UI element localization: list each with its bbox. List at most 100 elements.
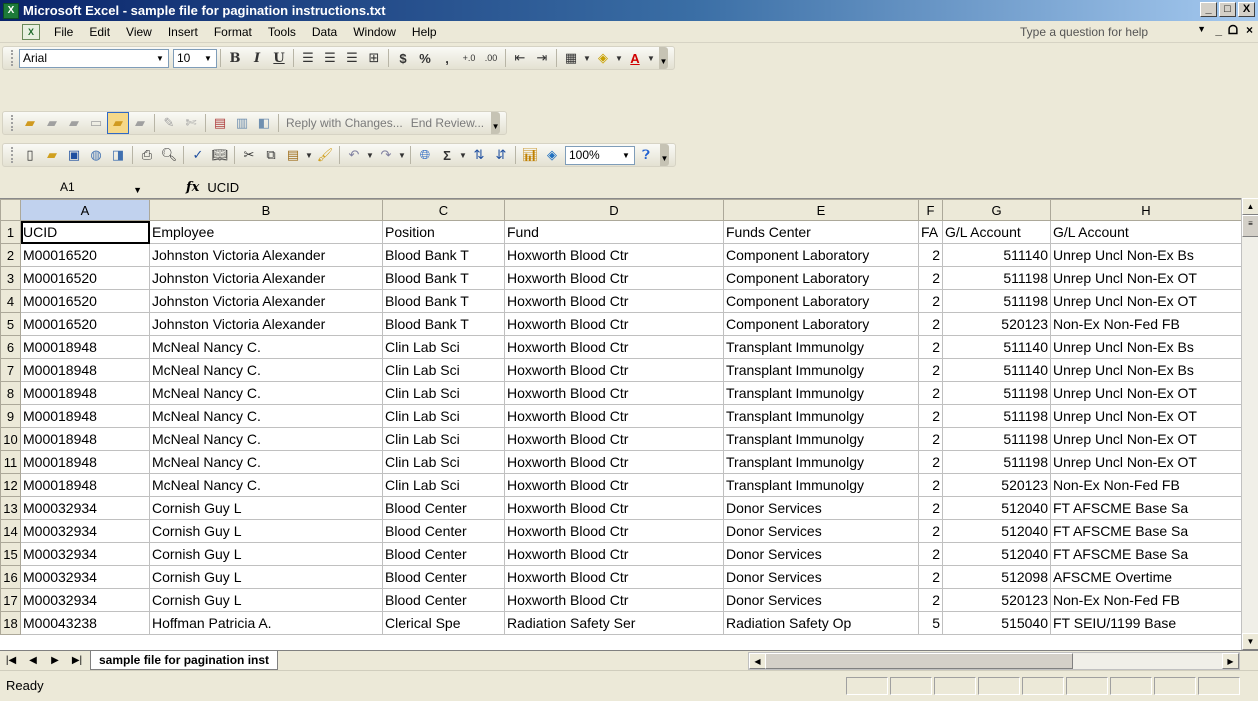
fill-color-dropdown-icon[interactable]: ▼ xyxy=(614,47,624,69)
undo-dropdown-icon[interactable]: ▼ xyxy=(365,144,375,166)
print-preview-icon[interactable]: 🔍︎ xyxy=(158,144,180,166)
cell-b[interactable]: McNeal Nancy C. xyxy=(149,404,383,428)
show-comment-icon[interactable]: ▭ xyxy=(85,112,107,134)
cell-a[interactable]: M00032934 xyxy=(20,565,150,589)
menu-tools[interactable]: Tools xyxy=(260,22,304,42)
last-sheet-icon[interactable]: ▶| xyxy=(66,655,88,666)
previous-sheet-icon[interactable]: ◀ xyxy=(22,655,44,666)
cell-f[interactable]: 2 xyxy=(918,427,943,451)
font-size-combo[interactable]: 10 ▼ xyxy=(173,48,217,68)
cell-f[interactable]: 2 xyxy=(918,404,943,428)
cell-a[interactable]: M00018948 xyxy=(20,473,150,497)
cell-e[interactable]: Donor Services xyxy=(723,565,919,589)
maximize-button[interactable]: □ xyxy=(1219,2,1236,17)
increase-indent-icon[interactable]: ⇥ xyxy=(531,47,553,69)
cell-f[interactable]: 2 xyxy=(918,588,943,612)
italic-button[interactable]: I xyxy=(246,47,268,69)
cell-c[interactable]: Blood Bank T xyxy=(382,312,505,336)
cell-c[interactable]: Clin Lab Sci xyxy=(382,335,505,359)
row-header[interactable]: 18 xyxy=(0,611,21,635)
cell-a[interactable]: M00018948 xyxy=(20,381,150,405)
column-header-e[interactable]: E xyxy=(723,199,919,221)
row-header[interactable]: 6 xyxy=(0,335,21,359)
menu-window[interactable]: Window xyxy=(345,22,404,42)
cell-c[interactable]: Blood Center xyxy=(382,496,505,520)
cell-f[interactable]: 2 xyxy=(918,381,943,405)
currency-button[interactable]: $ xyxy=(392,47,414,69)
cell-f[interactable]: FA xyxy=(918,220,943,244)
row-header[interactable]: 12 xyxy=(0,473,21,497)
cell-g[interactable]: 520123 xyxy=(942,312,1051,336)
sort-ascending-icon[interactable]: ⇅ xyxy=(468,144,490,166)
cell-g[interactable]: 512098 xyxy=(942,565,1051,589)
cell-c[interactable]: Blood Bank T xyxy=(382,243,505,267)
cell-e[interactable]: Donor Services xyxy=(723,496,919,520)
underline-button[interactable]: U xyxy=(268,47,290,69)
cell-h[interactable]: Unrep Uncl Non-Ex Bs xyxy=(1050,335,1242,359)
cell-e[interactable]: Radiation Safety Op xyxy=(723,611,919,635)
cell-b[interactable]: Johnston Victoria Alexander xyxy=(149,312,383,336)
cell-h[interactable]: Unrep Uncl Non-Ex OT xyxy=(1050,266,1242,290)
cell-a[interactable]: M00032934 xyxy=(20,519,150,543)
cell-f[interactable]: 2 xyxy=(918,565,943,589)
row-header[interactable]: 11 xyxy=(0,450,21,474)
cell-c[interactable]: Clin Lab Sci xyxy=(382,450,505,474)
cell-e[interactable]: Component Laboratory xyxy=(723,312,919,336)
sheet-tab-active[interactable]: sample file for pagination inst xyxy=(90,651,279,670)
column-header-d[interactable]: D xyxy=(504,199,724,221)
cell-c[interactable]: Clin Lab Sci xyxy=(382,381,505,405)
align-left-icon[interactable]: ☰ xyxy=(297,47,319,69)
cell-h[interactable]: Non-Ex Non-Fed FB xyxy=(1050,588,1242,612)
end-review-button[interactable]: End Review... xyxy=(407,116,488,130)
doc-minimize-button[interactable]: _ xyxy=(1215,23,1222,37)
cell-f[interactable]: 2 xyxy=(918,243,943,267)
increase-decimal-button[interactable]: +.0 xyxy=(458,47,480,69)
excel-app-icon[interactable]: X xyxy=(3,2,19,19)
show-all-comments-icon[interactable]: ▰ xyxy=(107,112,129,134)
borders-icon[interactable]: ▦ xyxy=(560,47,582,69)
cut-icon[interactable]: ✂ xyxy=(238,144,260,166)
row-header[interactable]: 7 xyxy=(0,358,21,382)
toolbar-options-icon[interactable]: ▼ xyxy=(491,112,501,134)
cell-a[interactable]: M00018948 xyxy=(20,358,150,382)
cell-b[interactable]: Cornish Guy L xyxy=(149,588,383,612)
comma-button[interactable]: , xyxy=(436,47,458,69)
next-sheet-icon[interactable]: ▶ xyxy=(44,655,66,666)
scroll-up-icon[interactable]: ▲ xyxy=(1242,198,1258,215)
hyperlink-icon[interactable]: 🌐︎ xyxy=(414,144,436,166)
cell-h[interactable]: Unrep Uncl Non-Ex Bs xyxy=(1050,358,1242,382)
minimize-button[interactable]: _ xyxy=(1200,2,1217,17)
row-header[interactable]: 16 xyxy=(0,565,21,589)
horizontal-scroll-thumb[interactable] xyxy=(765,653,1073,669)
cell-g[interactable]: 511198 xyxy=(942,381,1051,405)
cell-b[interactable]: Johnston Victoria Alexander xyxy=(149,266,383,290)
cell-g[interactable]: 511198 xyxy=(942,427,1051,451)
cell-e[interactable]: Transplant Immunolgy xyxy=(723,335,919,359)
cell-f[interactable]: 2 xyxy=(918,542,943,566)
cell-d[interactable]: Hoxworth Blood Ctr xyxy=(504,335,724,359)
row-header[interactable]: 4 xyxy=(0,289,21,313)
font-dropdown-icon[interactable]: ▼ xyxy=(153,51,167,66)
cell-g[interactable]: 520123 xyxy=(942,473,1051,497)
toolbar-options-icon[interactable]: ▼ xyxy=(659,47,668,69)
ink-comment-icon[interactable]: ✎ xyxy=(158,112,180,134)
column-header-h[interactable]: H xyxy=(1050,199,1242,221)
toolbar-options-icon[interactable]: ▼ xyxy=(660,144,669,166)
cell-f[interactable]: 2 xyxy=(918,450,943,474)
cell-c[interactable]: Blood Center xyxy=(382,542,505,566)
menu-file[interactable]: File xyxy=(46,22,81,42)
cell-b[interactable]: Cornish Guy L xyxy=(149,519,383,543)
cell-e[interactable]: Transplant Immunolgy xyxy=(723,358,919,382)
cell-g[interactable]: 515040 xyxy=(942,611,1051,635)
vertical-scrollbar[interactable]: ▲ ≡ ▼ xyxy=(1241,198,1258,650)
toolbar-grip[interactable] xyxy=(11,115,14,131)
scroll-down-icon[interactable]: ▼ xyxy=(1242,633,1258,650)
cell-e[interactable]: Component Laboratory xyxy=(723,289,919,313)
cell-g[interactable]: 511198 xyxy=(942,289,1051,313)
cell-d[interactable]: Hoxworth Blood Ctr xyxy=(504,565,724,589)
doc-close-button[interactable]: × xyxy=(1246,23,1253,37)
cell-f[interactable]: 2 xyxy=(918,473,943,497)
font-color-dropdown-icon[interactable]: ▼ xyxy=(646,47,656,69)
vertical-scroll-thumb[interactable]: ≡ xyxy=(1242,215,1258,237)
create-task-icon[interactable]: ▤ xyxy=(209,112,231,134)
